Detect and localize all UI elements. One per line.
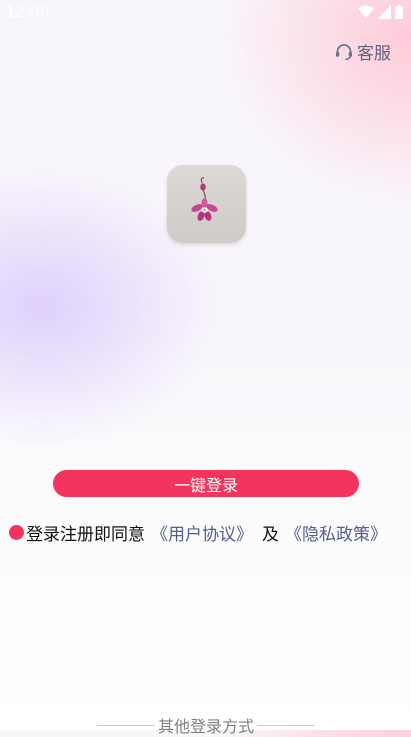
divider-left bbox=[97, 724, 155, 726]
headset-icon bbox=[336, 43, 352, 60]
other-login-label: 其他登录方式 bbox=[158, 717, 255, 736]
customer-service-button[interactable]: 客服 bbox=[334, 39, 391, 64]
wifi-icon bbox=[358, 5, 374, 18]
divider-right bbox=[257, 724, 316, 726]
agreement-checkbox[interactable] bbox=[9, 525, 24, 540]
signal-icon bbox=[378, 5, 391, 19]
app-logo bbox=[167, 165, 246, 243]
agreement-conjunction: 及 bbox=[262, 525, 279, 545]
other-login-methods[interactable]: 其他登录方式 bbox=[97, 713, 316, 737]
agreement-row: 登录注册即同意 《用户协议》 及 《隐私政策》 bbox=[9, 520, 387, 545]
agreement-prefix: 登录注册即同意 bbox=[26, 525, 145, 545]
user-agreement-link[interactable]: 《用户协议》 bbox=[151, 520, 253, 545]
status-bar: 12:00 bbox=[0, 0, 411, 26]
status-icons bbox=[358, 5, 403, 19]
privacy-policy-link[interactable]: 《隐私政策》 bbox=[285, 520, 387, 545]
orchid-logo-image bbox=[191, 177, 218, 221]
status-time: 12:00 bbox=[6, 3, 50, 21]
customer-service-label: 客服 bbox=[357, 44, 391, 64]
one-click-login-button[interactable]: 一键登录 bbox=[53, 470, 359, 497]
battery-icon bbox=[395, 5, 403, 19]
